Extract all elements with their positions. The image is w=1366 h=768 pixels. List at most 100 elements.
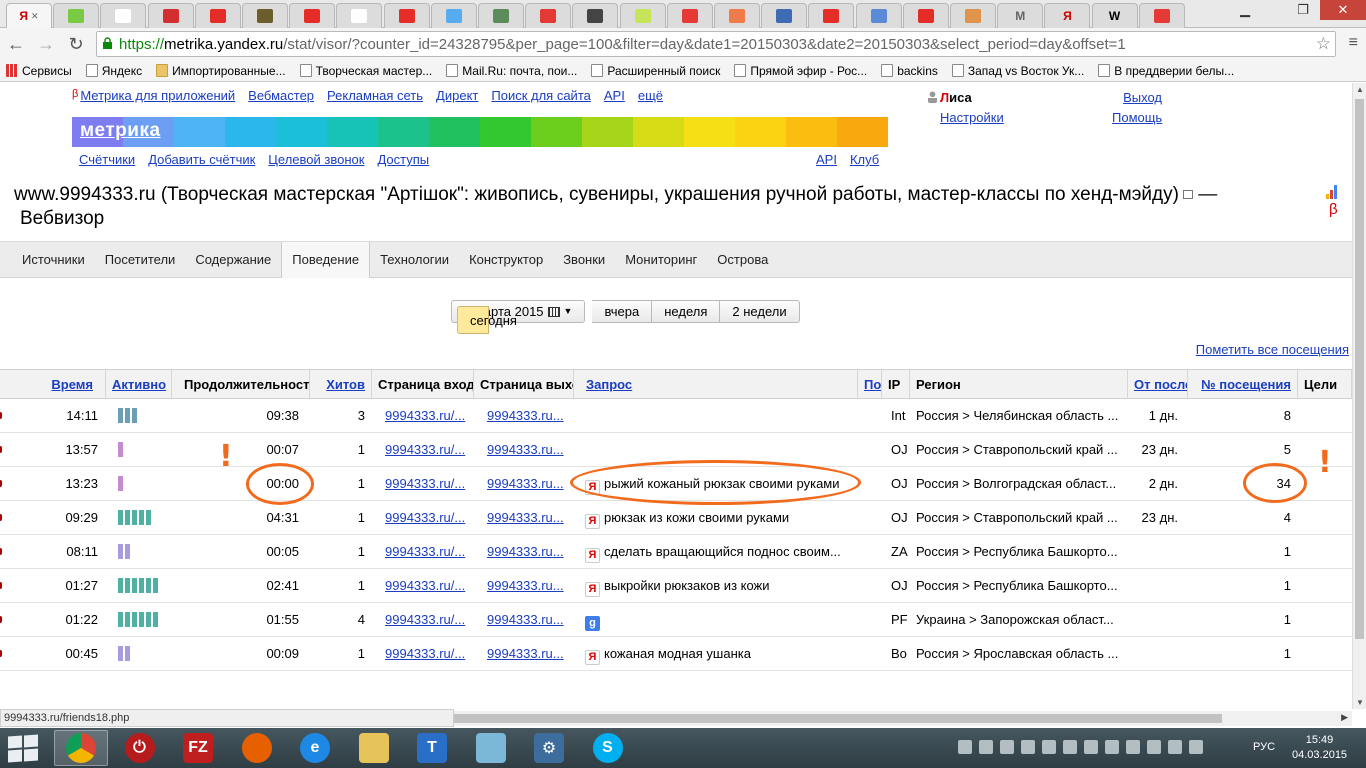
club-link[interactable]: API: [816, 152, 837, 167]
browser-tab[interactable]: [53, 3, 100, 28]
bookmark-item[interactable]: Mail.Ru: почта, пои...: [446, 64, 577, 78]
menu-tab[interactable]: Технологии: [370, 242, 459, 278]
taskbar-app[interactable]: FZ: [171, 730, 225, 766]
horizontal-scrollbar[interactable]: ▶: [454, 711, 1352, 726]
service-link[interactable]: Вебмастер: [248, 88, 314, 103]
browser-tab[interactable]: [714, 3, 760, 28]
bookmark-item[interactable]: В преддверии белы...: [1098, 64, 1234, 78]
service-link[interactable]: Директ: [436, 88, 478, 103]
browser-tab[interactable]: Я ✕: [6, 3, 52, 28]
taskbar-app[interactable]: [464, 730, 518, 766]
column-header[interactable]: Активно: [106, 370, 172, 399]
shield-icon[interactable]: [1147, 740, 1161, 754]
network-icon[interactable]: [958, 740, 972, 754]
column-header[interactable]: Страница выхода: [474, 370, 574, 399]
column-header[interactable]: Поисковая система: [858, 370, 882, 399]
menu-tab[interactable]: Посетители: [95, 242, 186, 278]
counter-link[interactable]: Добавить счётчик: [148, 152, 255, 167]
user-name[interactable]: Лиса: [928, 88, 1004, 108]
browser-tab[interactable]: [619, 3, 666, 28]
taskbar-app[interactable]: S: [581, 730, 635, 766]
browser-tab[interactable]: [525, 3, 572, 28]
address-bar[interactable]: https://metrika.yandex.ru/stat/visor/?co…: [96, 31, 1336, 57]
column-header[interactable]: Регион: [910, 370, 1128, 399]
counter-link[interactable]: Доступы: [377, 152, 429, 167]
reload-icon[interactable]: ↻: [64, 32, 88, 56]
bookmark-item[interactable]: Творческая мастер...: [299, 64, 432, 78]
hdd-icon[interactable]: [1084, 740, 1098, 754]
back-arrow-icon[interactable]: ←: [4, 32, 28, 56]
settings-link[interactable]: Настройки: [940, 110, 1004, 125]
language-indicator[interactable]: РУС: [1253, 741, 1275, 753]
browser-tab[interactable]: [147, 3, 194, 28]
signal-icon[interactable]: [1168, 740, 1182, 754]
scroll-thumb[interactable]: [1355, 99, 1364, 639]
taskbar-app[interactable]: e: [288, 730, 342, 766]
taskbar-app[interactable]: T: [405, 730, 459, 766]
table-row[interactable]: 08:11 00:05 1 9994333.ru/... 9994333.ru... Яс…: [0, 535, 1352, 569]
counter-link[interactable]: Счётчики: [79, 152, 135, 167]
clock[interactable]: 15:49 04.03.2015: [1292, 733, 1347, 763]
sync-icon[interactable]: [1000, 740, 1014, 754]
browser-tab[interactable]: [1138, 3, 1185, 28]
service-link[interactable]: ещё: [638, 88, 663, 103]
table-row[interactable]: 01:27 02:41 1 9994333.ru/... 9994333.ru... Яв…: [0, 569, 1352, 603]
exit-page-link[interactable]: 9994333.ru...: [487, 603, 571, 636]
entry-page-link[interactable]: 9994333.ru/...: [385, 535, 471, 568]
menu-tab[interactable]: Поведение: [281, 242, 371, 278]
taskbar-app[interactable]: ⚙: [522, 730, 576, 766]
taskbar-app[interactable]: [347, 730, 401, 766]
exit-page-link[interactable]: 9994333.ru...: [487, 535, 571, 568]
browser-tab[interactable]: [855, 3, 902, 28]
restore-icon[interactable]: ❐: [1286, 0, 1320, 20]
column-header[interactable]: От последнего: [1128, 370, 1188, 399]
external-link-icon[interactable]: [1182, 190, 1193, 199]
browser-tab[interactable]: [383, 3, 430, 28]
bookmark-star-icon[interactable]: ☆: [1316, 34, 1331, 54]
entry-page-link[interactable]: 9994333.ru/...: [385, 467, 471, 500]
service-link[interactable]: Поиск для сайта: [491, 88, 591, 103]
browser-tab[interactable]: M: [997, 3, 1044, 28]
flag-icon[interactable]: [1126, 740, 1140, 754]
menu-tab[interactable]: Содержание: [185, 242, 281, 278]
app-icon[interactable]: [1042, 740, 1056, 754]
scroll-right-icon[interactable]: ▶: [1341, 712, 1348, 723]
bar-chart-icon[interactable]: [1326, 185, 1340, 199]
column-header[interactable]: Запрос: [574, 370, 858, 399]
logout-link[interactable]: Выход: [1123, 90, 1162, 105]
chrome-menu-icon[interactable]: ≡: [1349, 34, 1358, 52]
browser-tab[interactable]: [950, 3, 996, 28]
bookmark-item[interactable]: Импортированные...: [156, 64, 286, 78]
exit-page-link[interactable]: 9994333.ru...: [487, 569, 571, 602]
menu-tab[interactable]: Источники: [12, 242, 95, 278]
taskbar-app[interactable]: [54, 730, 108, 766]
exit-page-link[interactable]: 9994333.ru...: [487, 467, 571, 500]
taskbar-app[interactable]: ⏻: [113, 730, 167, 766]
vertical-scrollbar[interactable]: ▲ ▼: [1352, 83, 1366, 709]
browser-tab[interactable]: [336, 3, 383, 28]
table-row[interactable]: 14:11 09:38 3 9994333.ru/... 9994333.ru... In…: [0, 399, 1352, 433]
browser-tab[interactable]: [808, 3, 855, 28]
menu-tab[interactable]: Звонки: [553, 242, 615, 278]
taskbar-app[interactable]: [230, 730, 284, 766]
period-button[interactable]: вчера: [592, 300, 653, 323]
update-icon[interactable]: [1021, 740, 1035, 754]
table-row[interactable]: 01:22 01:55 4 9994333.ru/... 9994333.ru... g P…: [0, 603, 1352, 637]
column-header[interactable]: Цели: [1298, 370, 1352, 399]
scroll-down-icon[interactable]: ▼: [1356, 698, 1364, 707]
entry-page-link[interactable]: 9994333.ru/...: [385, 501, 471, 534]
bookmark-item[interactable]: Запад vs Восток Ук...: [951, 64, 1084, 78]
volume-icon[interactable]: [1189, 740, 1203, 754]
browser-tab[interactable]: [194, 3, 241, 28]
close-window-icon[interactable]: ✕: [1320, 0, 1366, 20]
mark-all-visits-link[interactable]: Пометить все посещения: [1196, 342, 1349, 357]
browser-tab[interactable]: [902, 3, 949, 28]
browser-tab[interactable]: Я: [1044, 3, 1091, 28]
menu-tab[interactable]: Конструктор: [459, 242, 553, 278]
browser-tab[interactable]: W: [1091, 3, 1138, 28]
scroll-up-icon[interactable]: ▲: [1356, 85, 1364, 94]
exit-page-link[interactable]: 9994333.ru...: [487, 399, 571, 432]
bookmark-item[interactable]: Сервисы: [6, 64, 72, 78]
browser-tab[interactable]: [242, 3, 288, 28]
exit-page-link[interactable]: 9994333.ru...: [487, 501, 571, 534]
